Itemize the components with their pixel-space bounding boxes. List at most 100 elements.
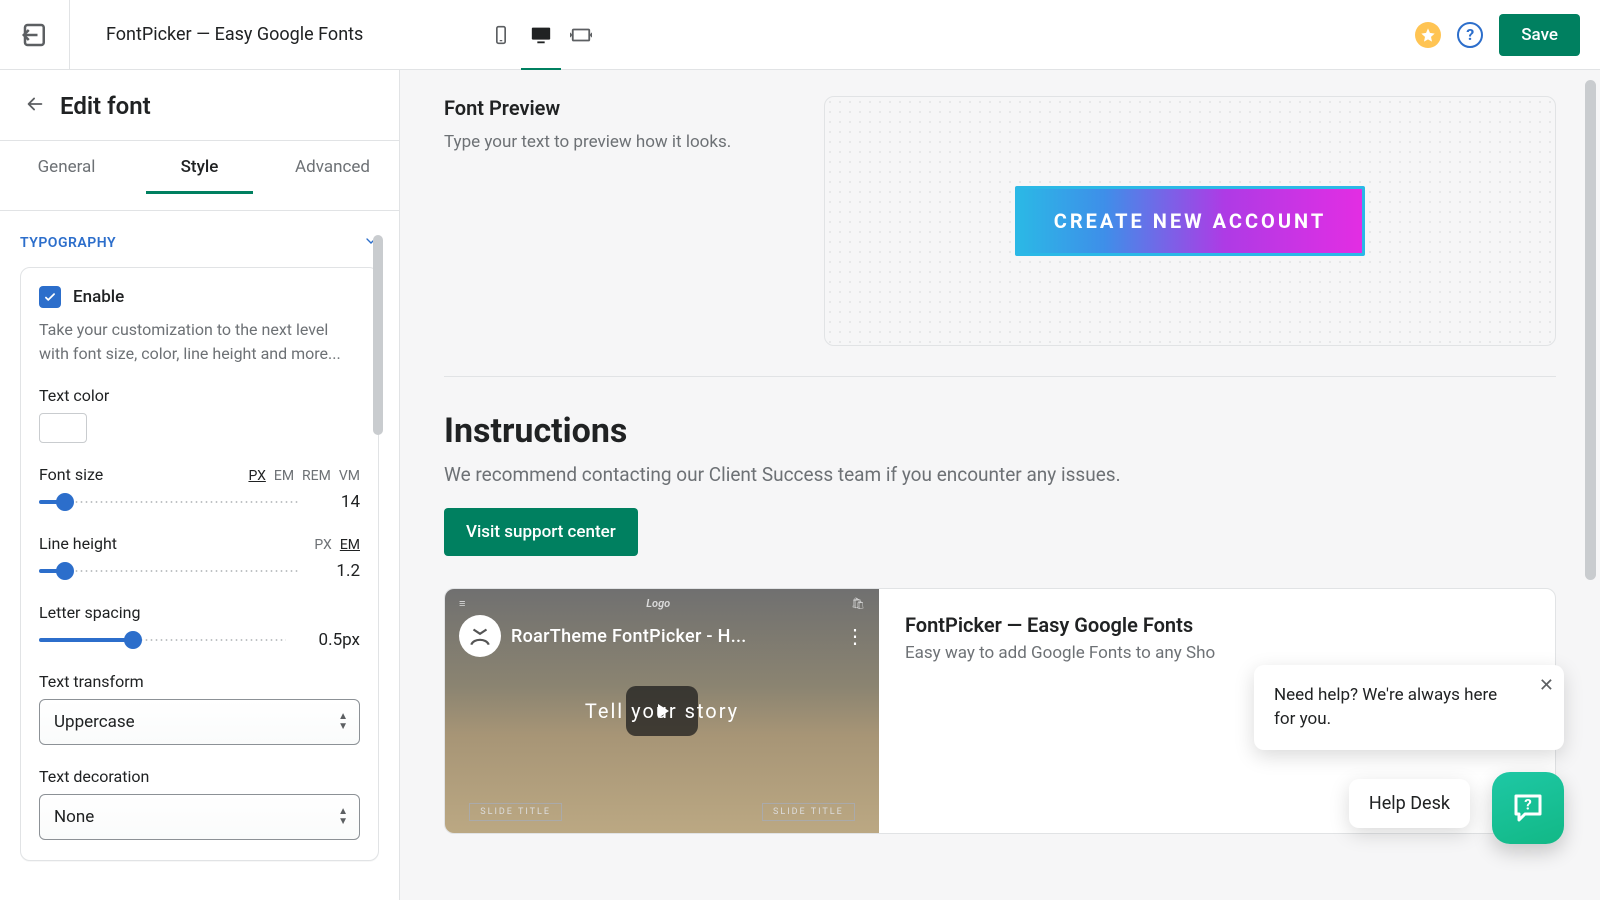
text-transform-value: Uppercase	[39, 699, 360, 745]
yt-avatar-icon	[459, 615, 501, 657]
select-caret-icon: ▲▼	[338, 808, 348, 826]
typography-section-toggle[interactable]: TYPOGRAPHY	[20, 225, 379, 267]
arrow-left-icon	[24, 93, 46, 115]
thumb-cart-icon: 🛍	[851, 597, 865, 610]
device-desktop[interactable]	[521, 0, 561, 70]
sidebar-scroll[interactable]: TYPOGRAPHY Enable Take your customizatio…	[0, 211, 399, 900]
preview-canvas[interactable]: CREATE NEW ACCOUNT	[824, 96, 1556, 346]
line-height-field: Line height PX EM 1.2	[39, 534, 360, 581]
unit-rem[interactable]: REM	[302, 468, 331, 484]
help-button[interactable]: ?	[1457, 22, 1483, 48]
thumb-brand: Logo	[646, 597, 670, 610]
line-height-slider[interactable]	[39, 561, 298, 581]
help-bubble-text: Need help? We're always here for you.	[1274, 685, 1497, 730]
back-button[interactable]	[24, 93, 46, 119]
sidebar-scrollbar[interactable]	[373, 235, 383, 435]
main: Font Preview Type your text to preview h…	[400, 70, 1600, 900]
cta-button[interactable]: CREATE NEW ACCOUNT	[1015, 186, 1365, 256]
video-meta-title: FontPicker — Easy Google Fonts	[905, 613, 1529, 637]
phone-icon	[491, 25, 511, 45]
instructions-title: Instructions	[444, 411, 1556, 451]
sidebar-tabs: General Style Advanced	[0, 140, 399, 211]
tab-style[interactable]: Style	[133, 141, 266, 210]
letter-spacing-value: 0.5px	[300, 630, 360, 650]
text-decoration-value: None	[39, 794, 360, 840]
unit-em[interactable]: EM	[274, 468, 294, 484]
lh-unit-em[interactable]: EM	[340, 537, 360, 553]
check-icon	[43, 290, 57, 304]
device-mobile[interactable]	[481, 0, 521, 70]
letter-spacing-slider[interactable]	[39, 630, 286, 650]
letter-spacing-label: Letter spacing	[39, 603, 360, 622]
helpdesk-fab[interactable]: ?	[1492, 772, 1564, 844]
visit-support-button[interactable]: Visit support center	[444, 508, 638, 556]
text-decoration-field: Text decoration None ▲▼	[39, 767, 360, 840]
yt-more-icon[interactable]: ⋮	[845, 624, 865, 648]
text-decoration-select[interactable]: None ▲▼	[39, 794, 360, 840]
font-size-value: 14	[312, 492, 360, 512]
select-caret-icon: ▲▼	[338, 713, 348, 731]
enable-description: Take your customization to the next leve…	[39, 318, 360, 366]
unit-px[interactable]: PX	[248, 468, 265, 484]
instructions-subtitle: We recommend contacting our Client Succe…	[444, 463, 1556, 486]
preview-title: Font Preview	[444, 96, 784, 120]
star-badge[interactable]	[1415, 22, 1441, 48]
star-icon	[1420, 27, 1436, 43]
tab-advanced[interactable]: Advanced	[266, 141, 399, 210]
typography-panel: Enable Take your customization to the ne…	[20, 267, 379, 861]
save-button[interactable]: Save	[1499, 14, 1580, 56]
text-color-label: Text color	[39, 386, 360, 405]
sidebar-header: Edit font	[0, 70, 399, 140]
text-color-swatch[interactable]	[39, 413, 87, 443]
line-height-value: 1.2	[312, 561, 360, 581]
exit-icon	[20, 20, 50, 50]
help-bubble-close[interactable]: ✕	[1539, 673, 1554, 699]
font-size-slider[interactable]	[39, 492, 298, 512]
svg-text:?: ?	[1524, 796, 1531, 814]
line-height-units: PX EM	[314, 537, 360, 553]
text-decoration-label: Text decoration	[39, 767, 360, 786]
question-icon: ?	[1466, 25, 1474, 44]
font-size-units: PX EM REM VM	[248, 468, 360, 484]
letter-spacing-field: Letter spacing 0.5px	[39, 603, 360, 650]
text-color-field: Text color	[39, 386, 360, 443]
device-fullwidth[interactable]	[561, 0, 601, 70]
tab-general[interactable]: General	[0, 141, 133, 210]
video-thumbnail[interactable]: ≡ Logo 🛍 RoarTheme FontPicker - H... ⋮ T…	[445, 589, 879, 833]
slide-indicator: SLIDE TITLE	[469, 803, 562, 821]
enable-checkbox[interactable]	[39, 286, 61, 308]
chat-icon: ?	[1510, 790, 1546, 826]
preview-hint: Type your text to preview how it looks.	[444, 132, 784, 152]
font-preview-row: Font Preview Type your text to preview h…	[444, 96, 1556, 377]
expand-icon	[570, 24, 592, 46]
topbar-right: ? Save	[1415, 14, 1600, 56]
lh-unit-px[interactable]: PX	[314, 537, 331, 553]
video-meta-desc: Easy way to add Google Fonts to any Sho	[905, 643, 1529, 663]
device-switcher	[481, 0, 601, 70]
topbar-left: FontPicker — Easy Google Fonts	[0, 0, 601, 70]
text-transform-label: Text transform	[39, 672, 360, 691]
thumb-menu-icon: ≡	[459, 597, 465, 610]
sidebar-title: Edit font	[60, 92, 151, 120]
line-height-label: Line height	[39, 534, 117, 553]
thumb-overlay-text: Tell your story	[585, 699, 739, 723]
helpdesk-pill[interactable]: Help Desk	[1349, 779, 1470, 828]
topbar: FontPicker — Easy Google Fonts ? Save	[0, 0, 1600, 70]
unit-vm[interactable]: VM	[339, 468, 360, 484]
text-transform-select[interactable]: Uppercase ▲▼	[39, 699, 360, 745]
text-transform-field: Text transform Uppercase ▲▼	[39, 672, 360, 745]
help-bubble: Need help? We're always here for you. ✕	[1254, 665, 1564, 750]
yt-video-title: RoarTheme FontPicker - H...	[511, 626, 835, 647]
app-title: FontPicker — Easy Google Fonts	[106, 24, 363, 45]
enable-row: Enable	[39, 286, 360, 308]
desktop-icon	[530, 24, 552, 46]
main-scrollbar[interactable]	[1585, 80, 1596, 580]
exit-button[interactable]	[0, 0, 70, 70]
slide-indicator: SLIDE TITLE	[762, 803, 855, 821]
font-size-field: Font size PX EM REM VM	[39, 465, 360, 512]
sidebar: Edit font General Style Advanced TYPOGRA…	[0, 70, 400, 900]
enable-label: Enable	[73, 287, 124, 307]
body: Edit font General Style Advanced TYPOGRA…	[0, 70, 1600, 900]
font-size-label: Font size	[39, 465, 103, 484]
section-title: TYPOGRAPHY	[20, 235, 116, 251]
